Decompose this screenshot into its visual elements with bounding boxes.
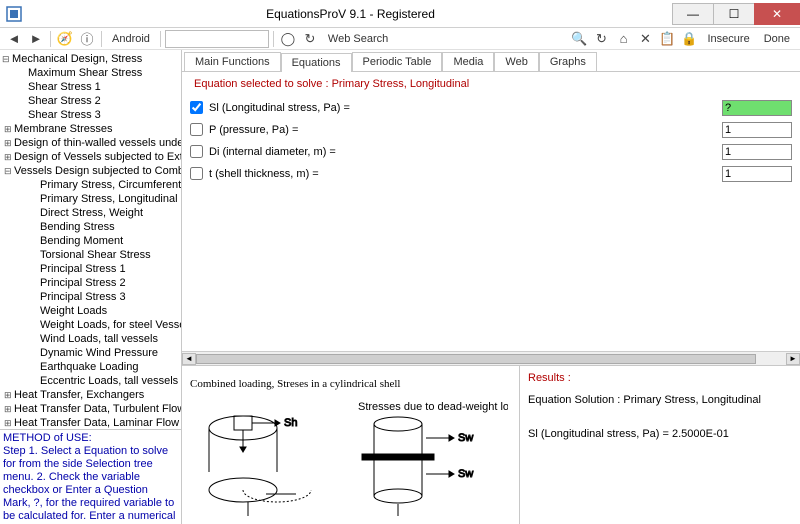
results-title: Results : bbox=[528, 372, 792, 384]
window-title: EquationsProV 9.1 - Registered bbox=[28, 7, 673, 21]
tree-node[interactable]: Primary Stress, Longitudinal bbox=[0, 192, 181, 206]
tree-node[interactable]: Shear Stress 3 bbox=[0, 108, 181, 122]
variable-input[interactable] bbox=[722, 166, 792, 182]
tree-node[interactable]: Mechanical Design, Stress bbox=[0, 52, 181, 66]
search-icon[interactable]: 🔍 bbox=[570, 30, 590, 48]
tree-node[interactable]: Design of thin-walled vessels under inte… bbox=[0, 136, 181, 150]
tab-main-functions[interactable]: Main Functions bbox=[184, 52, 281, 71]
svg-text:Sw: Sw bbox=[458, 432, 473, 444]
diagram-caption: Combined loading, Streses in a cylindric… bbox=[190, 378, 513, 390]
variable-input[interactable] bbox=[722, 100, 792, 116]
tree-node[interactable]: Eccentric Loads, tall vessels bbox=[0, 374, 181, 388]
variable-label: Di (internal diameter, m) = bbox=[209, 146, 722, 158]
equation-panel: Equation selected to solve : Primary Str… bbox=[182, 72, 800, 366]
minimize-button[interactable]: — bbox=[672, 3, 714, 25]
help-body: Step 1. Select a Equation to solve for f… bbox=[3, 445, 178, 524]
maximize-button[interactable]: ☐ bbox=[713, 3, 755, 25]
close-button[interactable]: ✕ bbox=[754, 3, 800, 25]
tab-web[interactable]: Web bbox=[494, 52, 538, 71]
tree-node[interactable]: Shear Stress 2 bbox=[0, 94, 181, 108]
tab-graphs[interactable]: Graphs bbox=[539, 52, 597, 71]
web-search-label[interactable]: Web Search bbox=[322, 33, 394, 45]
tree-node[interactable]: Membrane Stresses bbox=[0, 122, 181, 136]
variable-checkbox[interactable] bbox=[190, 123, 203, 136]
clipboard-icon[interactable]: 📋 bbox=[658, 30, 678, 48]
diagram-subcaption: Stresses due to dead-weight loading bbox=[358, 401, 508, 413]
tree-node[interactable]: Principal Stress 2 bbox=[0, 276, 181, 290]
equation-hscrollbar[interactable]: ◄ ► bbox=[182, 351, 800, 365]
forward-icon[interactable]: ► bbox=[26, 30, 46, 48]
tree-hscrollbar[interactable]: ◄ ► bbox=[0, 429, 181, 430]
tab-periodic-table[interactable]: Periodic Table bbox=[352, 52, 443, 71]
help-box: METHOD of USE: Step 1. Select a Equation… bbox=[0, 430, 181, 524]
info-icon[interactable]: ⓘ bbox=[77, 30, 97, 48]
equation-title: Equation selected to solve : Primary Str… bbox=[190, 78, 792, 96]
home-icon[interactable]: ⌂ bbox=[614, 30, 634, 48]
tree-node[interactable]: Vessels Design subjected to Combined Loa… bbox=[0, 164, 181, 178]
refresh2-icon[interactable]: ↻ bbox=[592, 30, 612, 48]
tree-node[interactable]: Weight Loads, for steel Vessel bbox=[0, 318, 181, 332]
lock-icon: 🔒 bbox=[680, 30, 700, 48]
tree-node[interactable]: Heat Transfer, Exchangers bbox=[0, 388, 181, 402]
results-value: Sl (Longitudinal stress, Pa) = 2.5000E-0… bbox=[528, 428, 792, 440]
variable-label: Sl (Longitudinal stress, Pa) = bbox=[209, 102, 722, 114]
main-tabs: Main FunctionsEquationsPeriodic TableMed… bbox=[182, 50, 800, 72]
tree-node[interactable]: Wind Loads, tall vessels bbox=[0, 332, 181, 346]
toolbar-search-input[interactable] bbox=[165, 30, 269, 48]
go-icon[interactable]: ◯ bbox=[278, 30, 298, 48]
tree-node[interactable]: Bending Stress bbox=[0, 220, 181, 234]
android-label[interactable]: Android bbox=[106, 33, 156, 45]
tree-node[interactable]: Weight Loads bbox=[0, 304, 181, 318]
variable-checkbox[interactable] bbox=[190, 145, 203, 158]
variable-label: P (pressure, Pa) = bbox=[209, 124, 722, 136]
equation-row: Sl (Longitudinal stress, Pa) = bbox=[190, 98, 792, 118]
back-icon[interactable]: ◄ bbox=[4, 30, 24, 48]
results-line: Equation Solution : Primary Stress, Long… bbox=[528, 394, 792, 406]
svg-text:Sw: Sw bbox=[458, 468, 473, 480]
tree-node[interactable]: Heat Transfer Data, Laminar Flow bbox=[0, 416, 181, 429]
variable-label: t (shell thickness, m) = bbox=[209, 168, 722, 180]
results-panel: Results : Equation Solution : Primary St… bbox=[520, 366, 800, 524]
toolbar: ◄ ► 🧭 ⓘ Android ◯ ↻ Web Search 🔍 ↻ ⌂ ✕ 📋… bbox=[0, 28, 800, 50]
done-label[interactable]: Done bbox=[758, 33, 796, 45]
diagram-panel: Combined loading, Streses in a cylindric… bbox=[182, 366, 520, 524]
tree-node[interactable]: Bending Moment bbox=[0, 234, 181, 248]
side-panel: Mechanical Design, StressMaximum Shear S… bbox=[0, 50, 182, 524]
tree-node[interactable]: Principal Stress 1 bbox=[0, 262, 181, 276]
equation-row: t (shell thickness, m) = bbox=[190, 164, 792, 184]
tab-equations[interactable]: Equations bbox=[281, 53, 352, 72]
scroll-right-icon[interactable]: ► bbox=[786, 353, 800, 365]
tree-node[interactable]: Principal Stress 3 bbox=[0, 290, 181, 304]
variable-checkbox[interactable] bbox=[190, 101, 203, 114]
scroll-left-icon[interactable]: ◄ bbox=[182, 353, 196, 365]
tree-node[interactable]: Maximum Shear Stress bbox=[0, 66, 181, 80]
tree-node[interactable]: Heat Transfer Data, Turbulent Flow bbox=[0, 402, 181, 416]
tab-media[interactable]: Media bbox=[442, 52, 494, 71]
tree-node[interactable]: Torsional Shear Stress bbox=[0, 248, 181, 262]
tree-node[interactable]: Primary Stress, Circumferential bbox=[0, 178, 181, 192]
diagram-image: Sh Stresses due to dead-weight loading S… bbox=[188, 398, 508, 518]
scroll-left-icon[interactable]: ◄ bbox=[0, 429, 181, 430]
stop-icon[interactable]: ✕ bbox=[636, 30, 656, 48]
window-controls: — ☐ ✕ bbox=[673, 3, 800, 25]
tree-node[interactable]: Earthquake Loading bbox=[0, 360, 181, 374]
variable-input[interactable] bbox=[722, 144, 792, 160]
refresh-icon[interactable]: ↻ bbox=[300, 30, 320, 48]
variable-input[interactable] bbox=[722, 122, 792, 138]
compass-icon[interactable]: 🧭 bbox=[55, 30, 75, 48]
help-title: METHOD of USE: bbox=[3, 432, 178, 445]
insecure-label: Insecure bbox=[702, 33, 756, 45]
equation-tree[interactable]: Mechanical Design, StressMaximum Shear S… bbox=[0, 50, 181, 429]
variable-checkbox[interactable] bbox=[190, 167, 203, 180]
equation-row: Di (internal diameter, m) = bbox=[190, 142, 792, 162]
equation-row: P (pressure, Pa) = bbox=[190, 120, 792, 140]
tree-node[interactable]: Design of Vessels subjected to External … bbox=[0, 150, 181, 164]
app-icon bbox=[0, 0, 28, 28]
tree-node[interactable]: Shear Stress 1 bbox=[0, 80, 181, 94]
title-bar: EquationsProV 9.1 - Registered — ☐ ✕ bbox=[0, 0, 800, 28]
tree-node[interactable]: Dynamic Wind Pressure bbox=[0, 346, 181, 360]
svg-text:Sh: Sh bbox=[284, 417, 297, 429]
tree-node[interactable]: Direct Stress, Weight bbox=[0, 206, 181, 220]
